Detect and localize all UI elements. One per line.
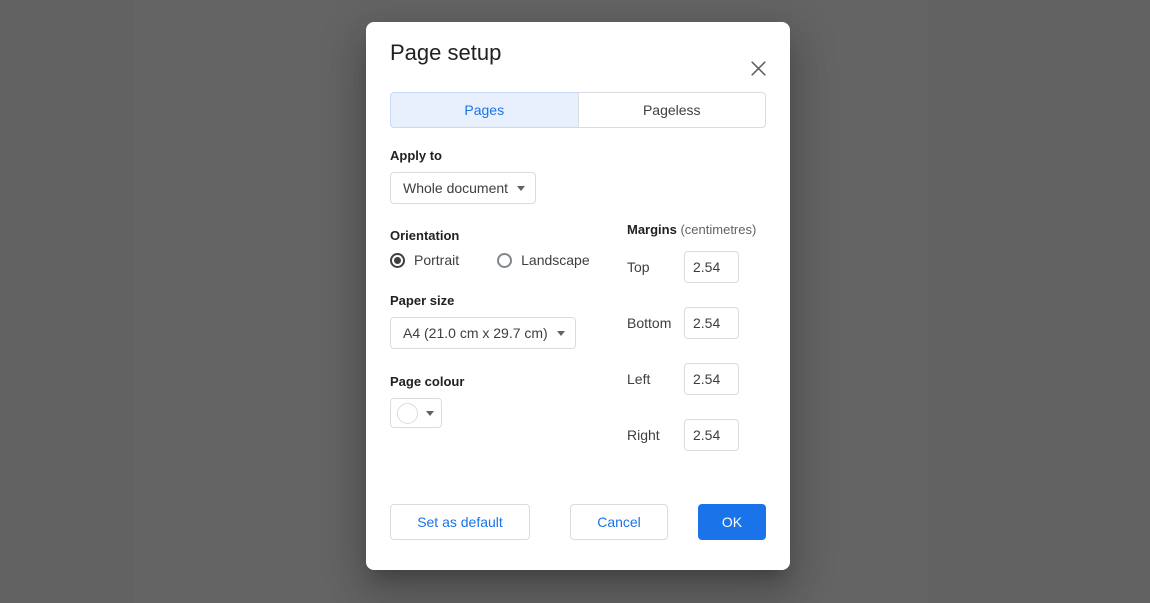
page-setup-dialog: Page setup Pages Pageless Apply to Whole… [366,22,790,570]
apply-to-section: Apply to Whole document [390,148,605,204]
chevron-down-icon [517,186,525,191]
dialog-footer: Set as default Cancel OK [366,490,790,570]
chevron-down-icon [557,331,565,336]
margin-bottom-input[interactable] [684,307,739,339]
margin-row-right: Right [627,419,777,451]
orientation-radio-group: Portrait Landscape [390,252,605,268]
radio-landscape-indicator [497,253,512,268]
margin-left-input[interactable] [684,363,739,395]
margin-top-input[interactable] [684,251,739,283]
tab-pages[interactable]: Pages [390,92,578,128]
close-button[interactable] [744,54,772,82]
orientation-label: Orientation [390,228,605,243]
margin-row-bottom: Bottom [627,307,777,339]
page-colour-picker[interactable] [390,398,442,428]
close-icon [751,61,766,76]
margin-right-input[interactable] [684,419,739,451]
dialog-header: Page setup [366,22,790,92]
chevron-down-icon [426,411,434,416]
paper-size-section: Paper size A4 (21.0 cm x 29.7 cm) [390,293,605,349]
radio-portrait[interactable]: Portrait [390,252,459,268]
tab-pageless[interactable]: Pageless [578,92,767,128]
colour-swatch [397,403,418,424]
margins-heading: Margins (centimetres) [627,222,777,237]
paper-size-label: Paper size [390,293,605,308]
apply-to-value: Whole document [403,180,508,196]
apply-to-dropdown[interactable]: Whole document [390,172,536,204]
margin-left-label: Left [627,371,684,387]
margin-row-left: Left [627,363,777,395]
margin-row-top: Top [627,251,777,283]
set-as-default-button[interactable]: Set as default [390,504,530,540]
radio-landscape[interactable]: Landscape [497,252,590,268]
radio-portrait-label: Portrait [414,252,459,268]
margin-right-label: Right [627,427,684,443]
radio-landscape-label: Landscape [521,252,590,268]
margins-section: Margins (centimetres) Top Bottom Left Ri… [627,222,777,475]
radio-portrait-indicator [390,253,405,268]
ok-button[interactable]: OK [698,504,766,540]
cancel-button[interactable]: Cancel [570,504,668,540]
margin-bottom-label: Bottom [627,315,684,331]
paper-size-dropdown[interactable]: A4 (21.0 cm x 29.7 cm) [390,317,576,349]
margin-top-label: Top [627,259,684,275]
layout-mode-toggle: Pages Pageless [390,92,766,128]
page-title: Page setup [390,40,501,66]
margins-unit-text: (centimetres) [680,222,756,237]
margins-heading-text: Margins [627,222,677,237]
apply-to-label: Apply to [390,148,605,163]
page-colour-label: Page colour [390,374,605,389]
settings-left-column: Apply to Whole document Orientation Port… [390,148,605,429]
orientation-section: Orientation Portrait Landscape [390,228,605,268]
paper-size-value: A4 (21.0 cm x 29.7 cm) [403,325,548,341]
page-colour-section: Page colour [390,374,605,429]
